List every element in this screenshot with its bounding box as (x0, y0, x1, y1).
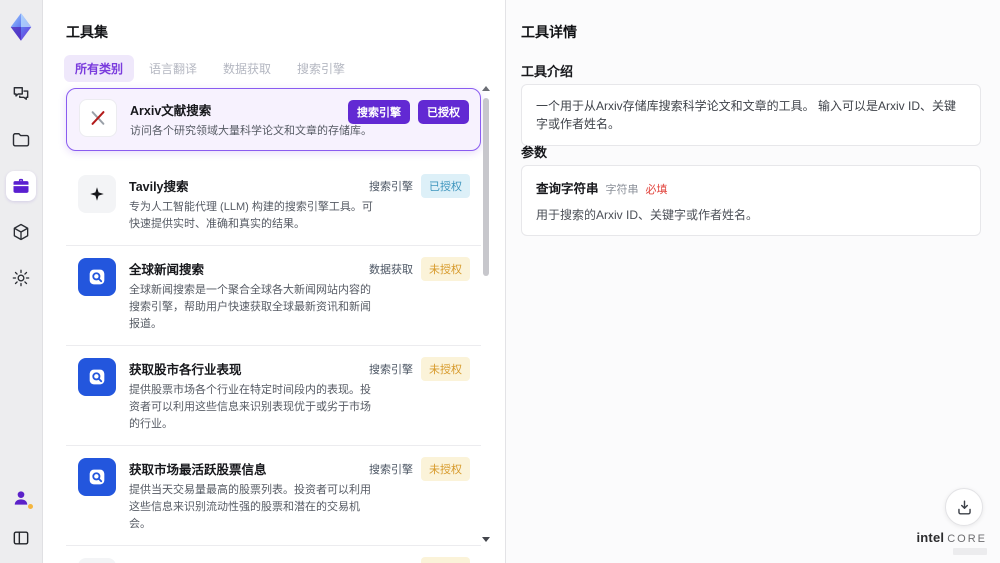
tool-badges: 搜索引擎 未授权 (369, 457, 470, 481)
rail-nav (6, 79, 36, 293)
param-header: 查询字符串 字符串 必填 (536, 178, 966, 197)
category-badge: 搜索引擎 (369, 364, 413, 376)
chat-icon[interactable] (6, 79, 36, 109)
tool-description: 专为人工智能代理 (LLM) 构建的搜索引擎工具。可快速提供实时、准确和真实的结… (129, 201, 373, 230)
tool-description: 全球新闻搜索是一个聚合全球各大新闻网站内容的搜索引擎，帮助用户快速获取全球最新资… (129, 284, 371, 330)
tool-card-global-news[interactable]: 全球新闻搜索 全球新闻搜索是一个聚合全球各大新闻网站内容的搜索引擎，帮助用户快速… (66, 246, 481, 346)
tab-data-fetch[interactable]: 数据获取 (212, 55, 282, 82)
briefcase-icon[interactable] (6, 171, 36, 201)
detail-title: 工具详情 (521, 24, 577, 40)
intel-core-logo: intel core (916, 531, 987, 555)
category-badge: 数据获取 (369, 264, 413, 276)
tool-name: Tavily搜索 (129, 180, 189, 194)
auth-badge: 已授权 (418, 100, 469, 124)
tool-description: 提供股票市场各个行业在特定时间段内的表现。投资者可以利用这些信息来识别表现优于或… (129, 384, 371, 430)
auth-badge: 未授权 (421, 257, 470, 281)
left-rail (0, 0, 43, 563)
tool-card-most-active-stocks[interactable]: 获取市场最活跃股票信息 提供当天交易量最高的股票列表。投资者可以利用这些信息来识… (66, 446, 481, 546)
intel-sub-badge (953, 548, 987, 555)
category-badge: 搜索引擎 (369, 464, 413, 476)
category-badge: 搜索引擎 (369, 557, 413, 563)
tool-badges: 搜索引擎 已授权 (348, 100, 469, 124)
tab-language-translation[interactable]: 语言翻译 (138, 55, 208, 82)
scroll-up-arrow-icon[interactable] (482, 86, 490, 91)
user-icon[interactable] (6, 483, 36, 513)
param-required-badge: 必填 (645, 184, 668, 196)
tool-detail-panel: 工具详情 工具介绍 一个用于从Arxiv存储库搜索科学论文和文章的工具。 输入可… (506, 0, 1000, 563)
tool-name: 全球新闻搜索 (129, 263, 205, 277)
param-type: 字符串 (605, 184, 639, 196)
auth-badge: 已授权 (421, 174, 470, 198)
tool-name: Arxiv文献搜索 (130, 104, 212, 118)
magnifier-app-icon (78, 458, 116, 496)
magnifier-app-icon (78, 358, 116, 396)
tab-search-engine[interactable]: 搜索引擎 (286, 55, 356, 82)
tool-name: 获取市场最活跃股票信息 (129, 463, 267, 477)
tool-name: 获取股市各行业表现 (129, 363, 242, 377)
param-description: 用于搜索的Arxiv ID、关键字或作者姓名。 (536, 208, 759, 222)
tool-meta: 获取股市各行业表现 提供股票市场各个行业在特定时间段内的表现。投资者可以利用这些… (129, 358, 377, 433)
param-box: 查询字符串 字符串 必填 用于搜索的Arxiv ID、关键字或作者姓名。 (521, 165, 981, 236)
category-badge: 搜索引擎 (348, 100, 410, 124)
tool-list-panel: 工具集 所有类别 语言翻译 数据获取 搜索引擎 Arxiv文献搜索 访问各个研究… (44, 0, 504, 563)
user-status-dot (28, 504, 33, 509)
tool-meta: 全球新闻搜索 全球新闻搜索是一个聚合全球各大新闻网站内容的搜索引擎，帮助用户快速… (129, 258, 377, 333)
auth-badge: 未授权 (421, 357, 470, 381)
download-icon (957, 499, 971, 515)
list-scrollbar[interactable] (482, 86, 490, 548)
intel-brand-text: intel (916, 530, 945, 545)
core-brand-text: core (947, 533, 987, 545)
tool-badges: 数据获取 未授权 (369, 257, 470, 281)
magnifier-app-icon (78, 258, 116, 296)
app-window: 工具集 所有类别 语言翻译 数据获取 搜索引擎 Arxiv文献搜索 访问各个研究… (0, 0, 1000, 563)
tool-card-arxiv[interactable]: Arxiv文献搜索 访问各个研究领域大量科学论文和文章的存储库。 搜索引擎 已授… (66, 88, 481, 151)
param-name: 查询字符串 (536, 182, 599, 196)
rail-bottom (6, 483, 36, 553)
tool-description: 访问各个研究领域大量科学论文和文章的存储库。 (130, 125, 372, 137)
category-badge: 搜索引擎 (369, 181, 413, 193)
cube-icon[interactable] (6, 217, 36, 247)
intro-heading: 工具介绍 (521, 64, 574, 79)
tool-meta: Arxiv文献搜索 访问各个研究领域大量科学论文和文章的存储库。 (130, 99, 378, 140)
app-logo-gem-icon[interactable] (5, 9, 37, 45)
intro-box: 一个用于从Arxiv存储库搜索科学论文和文章的工具。 输入可以是Arxiv ID… (521, 84, 981, 146)
params-heading: 参数 (521, 145, 548, 160)
star-icon (78, 175, 116, 213)
tool-card-list: Arxiv文献搜索 访问各个研究领域大量科学论文和文章的存储库。 搜索引擎 已授… (66, 88, 481, 563)
auth-badge: 未授权 (421, 557, 470, 563)
newspaper-icon (78, 558, 116, 563)
tool-badges: 搜索引擎 未授权 (369, 357, 470, 381)
tool-meta: Tavily搜索 专为人工智能代理 (LLM) 构建的搜索引擎工具。可快速提供实… (129, 175, 377, 233)
tool-meta: 万维地区新闻查询 查询具体行政区划内的新闻，快速了解各地新闻动 (129, 558, 377, 563)
tool-description: 提供当天交易量最高的股票列表。投资者可以利用这些信息来识别流动性强的股票和潜在的… (129, 484, 371, 530)
tool-card-sector-performance[interactable]: 获取股市各行业表现 提供股票市场各个行业在特定时间段内的表现。投资者可以利用这些… (66, 346, 481, 446)
tool-card-tavily[interactable]: Tavily搜索 专为人工智能代理 (LLM) 构建的搜索引擎工具。可快速提供实… (66, 163, 481, 246)
category-tabs: 所有类别 语言翻译 数据获取 搜索引擎 (64, 55, 356, 82)
auth-badge: 未授权 (421, 457, 470, 481)
panel-toggle-icon[interactable] (6, 523, 36, 553)
tab-all-categories[interactable]: 所有类别 (64, 55, 135, 82)
gear-icon[interactable] (6, 263, 36, 293)
tool-card-regional-news[interactable]: 万维地区新闻查询 查询具体行政区划内的新闻，快速了解各地新闻动 搜索引擎 未授权 (66, 546, 481, 563)
scroll-down-arrow-icon[interactable] (482, 537, 490, 542)
page-title: 工具集 (66, 24, 108, 40)
tool-name: 万维地区新闻查询 (129, 559, 377, 563)
download-button[interactable] (945, 488, 983, 526)
arxiv-logo-icon (79, 99, 117, 137)
tool-badges: 搜索引擎 已授权 (369, 174, 470, 198)
tool-badges: 搜索引擎 未授权 (369, 557, 470, 563)
scrollbar-thumb[interactable] (483, 98, 489, 276)
folder-icon[interactable] (6, 125, 36, 155)
tool-meta: 获取市场最活跃股票信息 提供当天交易量最高的股票列表。投资者可以利用这些信息来识… (129, 458, 377, 533)
